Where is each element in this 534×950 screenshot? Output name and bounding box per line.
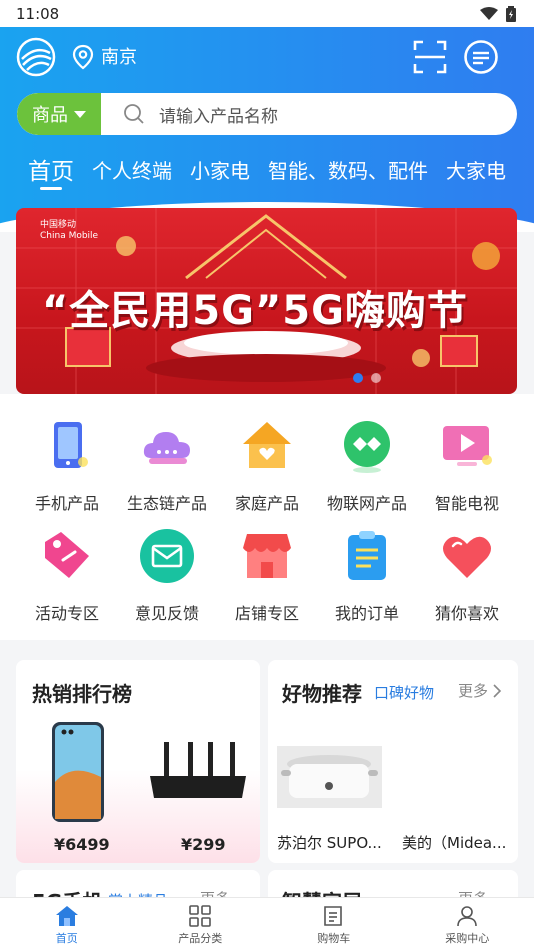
nav-label: 购物车 — [317, 932, 351, 945]
grid-icon — [189, 905, 212, 927]
nav-home[interactable]: 首页 — [0, 898, 134, 950]
cloud-icon — [143, 432, 190, 464]
product-price: ¥6499 — [54, 835, 110, 854]
china-mobile-logo[interactable] — [16, 37, 56, 77]
recommend-subtitle: 口碑好物 — [374, 684, 435, 702]
chevron-down-icon — [74, 110, 86, 118]
user-icon — [457, 906, 478, 927]
category-label: 猜你喜欢 — [434, 604, 499, 623]
category-label: 活动专区 — [34, 604, 99, 623]
iot-icon — [344, 421, 390, 473]
home-icon — [243, 422, 291, 468]
product-image-cooker[interactable] — [277, 746, 382, 808]
category-label: 店铺专区 — [234, 604, 299, 623]
category-item-iot[interactable]: 物联网产品 — [317, 418, 417, 514]
tag-icon — [45, 532, 89, 578]
category-item-activity[interactable]: 活动专区 — [17, 528, 117, 624]
cart-icon — [323, 906, 342, 926]
store-icon — [243, 534, 291, 578]
banner-pagination — [353, 373, 381, 383]
search-icon — [124, 104, 144, 124]
heart-icon — [443, 536, 491, 578]
tab-home[interactable]: 首页 — [28, 151, 74, 190]
tv-icon — [443, 426, 492, 466]
phone-icon — [54, 422, 88, 468]
banner-brand: 中国移动 China Mobile — [40, 220, 98, 242]
banner-dot[interactable] — [371, 373, 381, 383]
banner-dot[interactable] — [353, 373, 363, 383]
tab-personal-terminal[interactable]: 个人终端 — [92, 151, 172, 184]
banner-brand-cn: 中国移动 — [40, 220, 77, 230]
hot-ranking-title: 热销排行榜 — [32, 682, 132, 706]
product-image-phone[interactable] — [52, 722, 104, 822]
product-name: 苏泊尔 SUPO... — [277, 834, 382, 852]
bottom-nav: 首页 产品分类 购物车 采购中心 — [0, 897, 534, 950]
category-item-store[interactable]: 店铺专区 — [217, 528, 317, 624]
banner-headline: “全民用5G”5G嗨购节 — [42, 288, 468, 334]
product-price: ¥299 — [181, 835, 226, 854]
product-image-router[interactable] — [146, 740, 250, 802]
banner-brand-en: China Mobile — [40, 231, 99, 241]
search-category-select[interactable]: 商品 — [17, 93, 101, 135]
status-icons — [480, 5, 516, 22]
recommend-card[interactable]: 好物推荐 口碑好物 更多 苏泊尔 SUPO... 美的（Midea... — [268, 660, 518, 863]
category-tabs: 首页 个人终端 小家电 智能、数码、配件 大家电 — [0, 151, 534, 201]
category-item-home[interactable]: 家庭产品 — [217, 418, 317, 514]
category-item-eco[interactable]: 生态链产品 — [117, 418, 217, 514]
nav-label: 采购中心 — [445, 932, 490, 945]
message-icon[interactable] — [463, 39, 499, 75]
category-item-guess[interactable]: 猜你喜欢 — [417, 528, 517, 624]
scan-icon[interactable] — [412, 39, 448, 75]
chevron-right-icon — [493, 684, 501, 698]
hot-ranking-card[interactable]: 热销排行榜 ¥6499 ¥299 — [16, 660, 260, 863]
category-item-feedback[interactable]: 意见反馈 — [117, 528, 217, 624]
header: 南京 商品 请输入产品名称 首页 个人终端 小家电 智能、数码、配件 大家电 — [0, 27, 534, 232]
location-city[interactable]: 南京 — [101, 43, 137, 69]
nav-cart[interactable]: 购物车 — [267, 898, 401, 950]
nav-categories[interactable]: 产品分类 — [134, 898, 268, 950]
category-label: 生态链产品 — [126, 494, 207, 513]
nav-label: 首页 — [55, 932, 78, 945]
nav-purchase-center[interactable]: 采购中心 — [401, 898, 534, 950]
mail-icon — [140, 529, 194, 583]
tab-large-appliance[interactable]: 大家电 — [446, 151, 506, 184]
product-name: 美的（Midea... — [402, 834, 507, 852]
search-input[interactable]: 请输入产品名称 — [159, 102, 278, 127]
category-label: 物联网产品 — [326, 494, 407, 513]
status-bar: 11:08 — [0, 0, 534, 27]
nav-label: 产品分类 — [178, 932, 223, 945]
category-label: 家庭产品 — [234, 494, 299, 513]
tab-small-appliance[interactable]: 小家电 — [190, 151, 250, 184]
home-icon — [55, 906, 78, 926]
search-bar[interactable]: 商品 请输入产品名称 — [17, 93, 517, 135]
tab-smart-digital[interactable]: 智能、数码、配件 — [268, 151, 428, 184]
category-item-phone[interactable]: 手机产品 — [17, 418, 117, 514]
category-label: 智能电视 — [434, 494, 499, 513]
search-category-label: 商品 — [32, 105, 68, 126]
order-icon — [348, 531, 386, 580]
category-item-orders[interactable]: 我的订单 — [317, 528, 417, 624]
category-item-tv[interactable]: 智能电视 — [417, 418, 517, 514]
promo-banner[interactable]: 中国移动 China Mobile “全民用5G”5G嗨购节 — [16, 208, 517, 394]
category-grid: 手机产品 生态链产品 家庭产品 物联网产品 智能电视 活动专区 意见反馈 店铺专… — [0, 394, 534, 640]
recommend-title: 好物推荐 — [282, 682, 362, 706]
more-label: 更多 — [458, 682, 489, 700]
wifi-icon — [480, 6, 498, 20]
battery-icon — [506, 5, 516, 22]
status-time: 11:08 — [16, 4, 60, 23]
category-label: 我的订单 — [334, 604, 399, 623]
location-pin-icon[interactable] — [72, 44, 94, 70]
category-label: 手机产品 — [34, 494, 99, 513]
category-label: 意见反馈 — [134, 604, 199, 623]
recommend-more-link[interactable]: 更多 — [458, 680, 502, 701]
